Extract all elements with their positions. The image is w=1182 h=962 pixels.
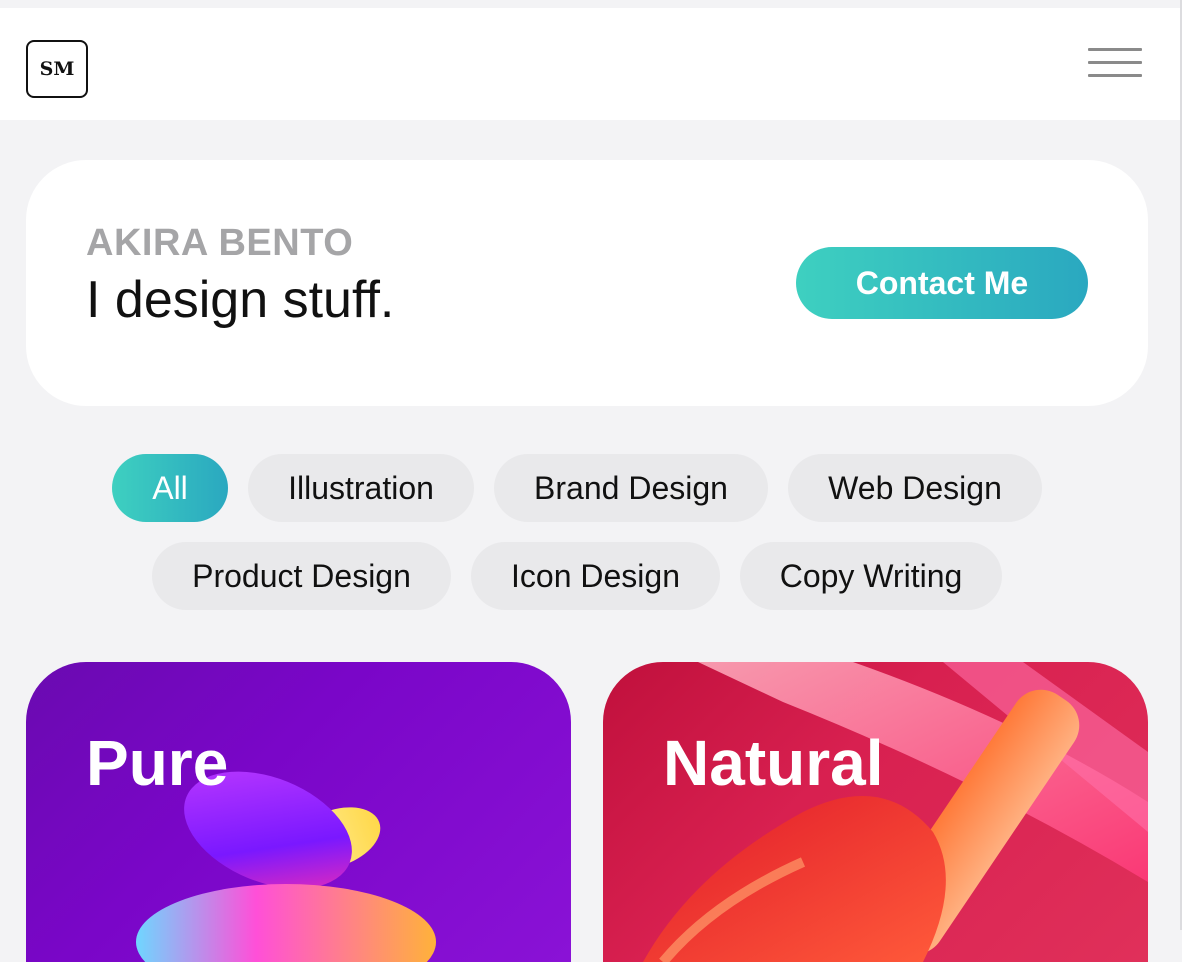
filter-row: All Illustration Brand Design Web Design bbox=[0, 454, 1182, 522]
filter-chip-copy-writing[interactable]: Copy Writing bbox=[740, 542, 1002, 610]
abstract-3d-artwork bbox=[643, 662, 1148, 962]
site-header: SM bbox=[0, 8, 1182, 120]
contact-me-button[interactable]: Contact Me bbox=[796, 247, 1088, 319]
filter-chip-icon-design[interactable]: Icon Design bbox=[471, 542, 720, 610]
top-strip bbox=[0, 0, 1182, 8]
hamburger-menu-icon[interactable] bbox=[1086, 46, 1144, 82]
intro-card: AKIRA BENTO I design stuff. Contact Me bbox=[26, 160, 1148, 406]
filter-chip-illustration[interactable]: Illustration bbox=[248, 454, 474, 522]
menu-bar bbox=[1088, 74, 1142, 77]
tagline: I design stuff. bbox=[86, 271, 395, 329]
logo[interactable]: SM bbox=[26, 40, 88, 98]
menu-bar bbox=[1088, 48, 1142, 51]
art-shape bbox=[136, 884, 436, 962]
filter-chip-web-design[interactable]: Web Design bbox=[788, 454, 1042, 522]
filter-chip-all[interactable]: All bbox=[112, 454, 228, 522]
project-card-natural[interactable]: Natural bbox=[603, 662, 1148, 962]
designer-name: AKIRA BENTO bbox=[86, 222, 354, 264]
project-title: Pure bbox=[86, 727, 229, 799]
menu-bar bbox=[1088, 61, 1142, 64]
project-title: Natural bbox=[663, 727, 884, 799]
abstract-3d-artwork bbox=[136, 771, 436, 962]
filter-row: Product Design Icon Design Copy Writing bbox=[0, 542, 1182, 610]
filter-chip-product-design[interactable]: Product Design bbox=[152, 542, 451, 610]
project-card-pure[interactable]: Pure bbox=[26, 662, 571, 962]
filter-chip-brand-design[interactable]: Brand Design bbox=[494, 454, 768, 522]
